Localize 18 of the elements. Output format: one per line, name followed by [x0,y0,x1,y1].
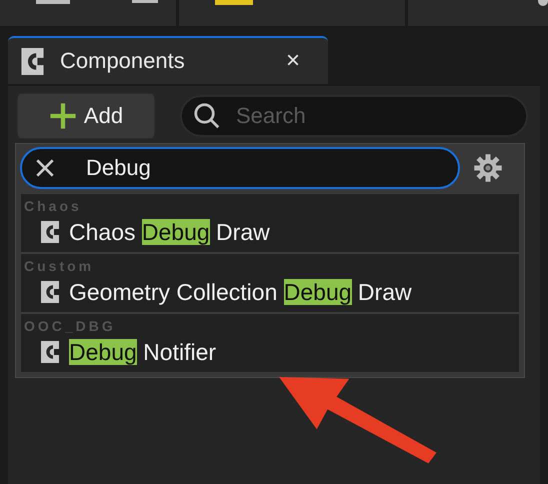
add-button[interactable]: Add [17,93,155,139]
component-icon [19,48,46,74]
close-button[interactable]: × [282,47,304,75]
tab-title: Components [60,48,186,74]
search-icon [192,101,222,131]
component-icon [41,221,59,243]
menu-item[interactable]: Chaos Debug Draw [69,218,270,246]
menu-item[interactable]: Geometry Collection Debug Draw [69,278,412,306]
plus-icon [48,102,77,130]
component-icon [41,341,59,363]
component-icon [41,281,59,303]
filter-field[interactable]: Debug [20,147,460,189]
search-placeholder: Search [236,103,307,129]
components-tab[interactable]: Components × [8,36,328,84]
filter-text: Debug [86,155,152,181]
settings-icon[interactable] [473,153,503,183]
clear-icon[interactable] [34,157,56,179]
menu-item[interactable]: Debug Notifier [69,338,216,366]
